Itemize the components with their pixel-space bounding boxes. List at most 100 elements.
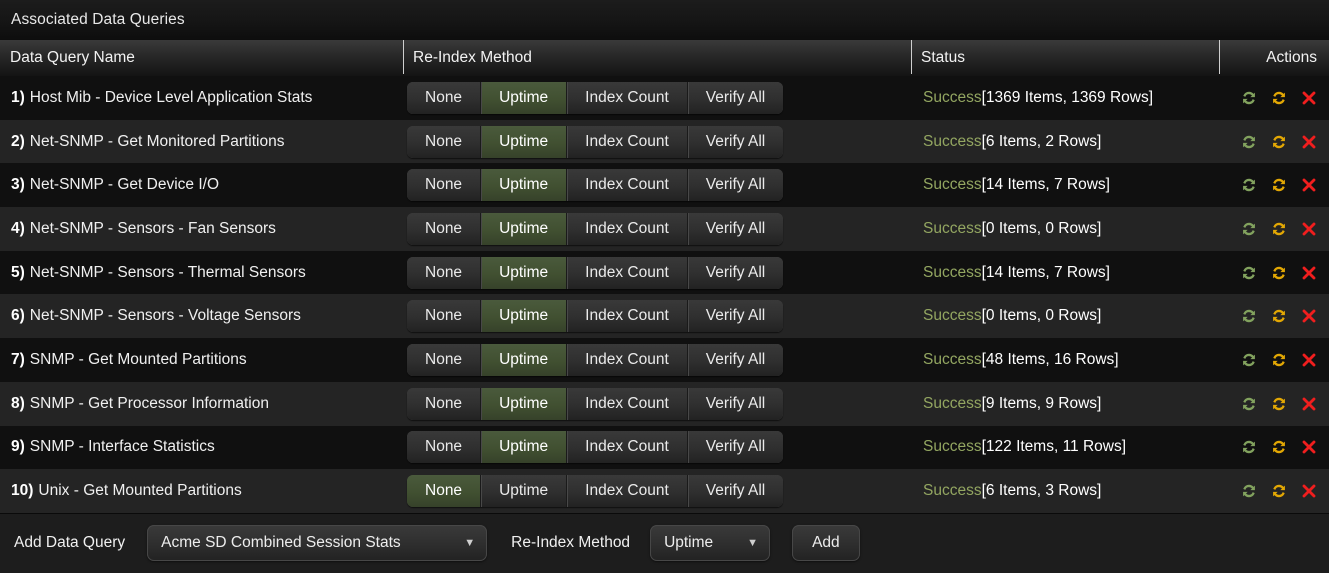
reindex-method-option-index-count[interactable]: Index Count bbox=[567, 300, 688, 333]
status-badge: Success bbox=[923, 176, 982, 194]
reload-green-icon[interactable] bbox=[1239, 263, 1259, 283]
cell-status: Success [6 Items, 3 Rows] bbox=[911, 469, 1219, 513]
row-index: 9) bbox=[11, 438, 25, 456]
reindex-method-option-index-count[interactable]: Index Count bbox=[567, 256, 688, 289]
reindex-method-option-uptime[interactable]: Uptime bbox=[481, 431, 568, 464]
remove-x-icon[interactable] bbox=[1299, 437, 1319, 457]
reindex-method-option-verify-all[interactable]: Verify All bbox=[687, 300, 784, 333]
reindex-method-option-none[interactable]: None bbox=[407, 81, 482, 114]
reload-orange-icon[interactable] bbox=[1269, 306, 1289, 326]
reload-green-icon[interactable] bbox=[1239, 88, 1259, 108]
reindex-method-button-group: None Uptime Index Count Verify All bbox=[407, 256, 784, 289]
reload-green-icon[interactable] bbox=[1239, 175, 1259, 195]
reindex-method-option-uptime[interactable]: Uptime bbox=[481, 387, 568, 420]
reload-orange-icon[interactable] bbox=[1269, 394, 1289, 414]
data-query-name: Net-SNMP - Get Monitored Partitions bbox=[29, 132, 285, 150]
reload-orange-icon[interactable] bbox=[1269, 263, 1289, 283]
reindex-method-option-verify-all[interactable]: Verify All bbox=[687, 475, 784, 508]
reload-green-icon[interactable] bbox=[1239, 481, 1259, 501]
table-row: 2) Net-SNMP - Get Monitored Partitions Non… bbox=[0, 119, 1329, 164]
remove-x-icon[interactable] bbox=[1299, 263, 1319, 283]
reindex-method-option-none[interactable]: None bbox=[407, 343, 482, 376]
status-detail: [14 Items, 7 Rows] bbox=[981, 176, 1110, 194]
reindex-method-option-verify-all[interactable]: Verify All bbox=[687, 256, 784, 289]
reindex-method-option-verify-all[interactable]: Verify All bbox=[687, 431, 784, 464]
reindex-method-option-index-count[interactable]: Index Count bbox=[567, 343, 688, 376]
status-detail: [0 Items, 0 Rows] bbox=[981, 219, 1102, 237]
reindex-method-option-uptime[interactable]: Uptime bbox=[481, 475, 568, 508]
reindex-method-option-index-count[interactable]: Index Count bbox=[567, 431, 688, 464]
cell-status: Success [9 Items, 9 Rows] bbox=[911, 382, 1219, 426]
data-query-name: Host Mib - Device Level Application Stat… bbox=[29, 88, 313, 106]
reload-orange-icon[interactable] bbox=[1269, 132, 1289, 152]
status-badge: Success bbox=[923, 219, 982, 237]
remove-x-icon[interactable] bbox=[1299, 350, 1319, 370]
row-index: 10) bbox=[11, 482, 34, 500]
reindex-method-option-uptime[interactable]: Uptime bbox=[481, 343, 568, 376]
reload-orange-icon[interactable] bbox=[1269, 437, 1289, 457]
remove-x-icon[interactable] bbox=[1299, 481, 1319, 501]
reload-orange-icon[interactable] bbox=[1269, 350, 1289, 370]
column-header-actions: Actions bbox=[1219, 40, 1329, 76]
remove-x-icon[interactable] bbox=[1299, 219, 1319, 239]
reindex-method-option-index-count[interactable]: Index Count bbox=[567, 475, 688, 508]
reload-green-icon[interactable] bbox=[1239, 350, 1259, 370]
reindex-method-option-verify-all[interactable]: Verify All bbox=[687, 343, 784, 376]
table-row: 6) Net-SNMP - Sensors - Voltage Sensors No… bbox=[0, 294, 1329, 339]
cell-actions bbox=[1219, 251, 1329, 295]
reindex-method-option-verify-all[interactable]: Verify All bbox=[687, 169, 784, 202]
data-query-select[interactable]: Acme SD Combined Session Stats ▼ bbox=[147, 525, 488, 562]
reload-green-icon[interactable] bbox=[1239, 437, 1259, 457]
reload-green-icon[interactable] bbox=[1239, 132, 1259, 152]
reindex-method-option-index-count[interactable]: Index Count bbox=[567, 125, 688, 158]
reindex-method-option-uptime[interactable]: Uptime bbox=[481, 212, 568, 245]
reload-orange-icon[interactable] bbox=[1269, 88, 1289, 108]
reload-green-icon[interactable] bbox=[1239, 219, 1259, 239]
reload-orange-icon[interactable] bbox=[1269, 481, 1289, 501]
reload-orange-icon[interactable] bbox=[1269, 219, 1289, 239]
reindex-method-option-uptime[interactable]: Uptime bbox=[481, 256, 568, 289]
cell-actions bbox=[1219, 382, 1329, 426]
reindex-method-option-none[interactable]: None bbox=[407, 256, 482, 289]
reindex-method-option-none[interactable]: None bbox=[407, 125, 482, 158]
cell-data-query-name: 7) SNMP - Get Mounted Partitions bbox=[0, 338, 403, 382]
remove-x-icon[interactable] bbox=[1299, 132, 1319, 152]
remove-x-icon[interactable] bbox=[1299, 175, 1319, 195]
reindex-method-option-none[interactable]: None bbox=[407, 475, 482, 508]
reindex-method-button-group: None Uptime Index Count Verify All bbox=[407, 343, 784, 376]
remove-x-icon[interactable] bbox=[1299, 88, 1319, 108]
add-button[interactable]: Add bbox=[792, 525, 860, 562]
reindex-method-option-none[interactable]: None bbox=[407, 431, 482, 464]
data-query-table-body: 1) Host Mib - Device Level Application St… bbox=[0, 76, 1329, 513]
reindex-method-option-verify-all[interactable]: Verify All bbox=[687, 387, 784, 420]
cell-reindex-method: None Uptime Index Count Verify All bbox=[403, 120, 911, 164]
cell-status: Success [1369 Items, 1369 Rows] bbox=[911, 76, 1219, 120]
data-query-name: SNMP - Get Mounted Partitions bbox=[29, 350, 247, 368]
remove-x-icon[interactable] bbox=[1299, 394, 1319, 414]
reload-orange-icon[interactable] bbox=[1269, 175, 1289, 195]
reindex-method-option-uptime[interactable]: Uptime bbox=[481, 125, 568, 158]
cell-actions bbox=[1219, 207, 1329, 251]
reindex-method-option-index-count[interactable]: Index Count bbox=[567, 387, 688, 420]
reindex-method-option-uptime[interactable]: Uptime bbox=[481, 300, 568, 333]
reindex-method-option-none[interactable]: None bbox=[407, 300, 482, 333]
reindex-method-option-verify-all[interactable]: Verify All bbox=[687, 81, 784, 114]
reindex-method-option-none[interactable]: None bbox=[407, 212, 482, 245]
reindex-method-select[interactable]: Uptime ▼ bbox=[650, 525, 771, 562]
reindex-method-option-index-count[interactable]: Index Count bbox=[567, 212, 688, 245]
reindex-method-option-uptime[interactable]: Uptime bbox=[481, 81, 568, 114]
reload-green-icon[interactable] bbox=[1239, 306, 1259, 326]
column-header-status: Status bbox=[911, 40, 1219, 76]
reindex-method-option-verify-all[interactable]: Verify All bbox=[687, 125, 784, 158]
add-button-label: Add bbox=[812, 534, 840, 552]
remove-x-icon[interactable] bbox=[1299, 306, 1319, 326]
reindex-method-option-index-count[interactable]: Index Count bbox=[567, 81, 688, 114]
reindex-method-option-none[interactable]: None bbox=[407, 169, 482, 202]
reindex-method-option-none[interactable]: None bbox=[407, 387, 482, 420]
reload-green-icon[interactable] bbox=[1239, 394, 1259, 414]
reindex-method-option-index-count[interactable]: Index Count bbox=[567, 169, 688, 202]
cell-data-query-name: 6) Net-SNMP - Sensors - Voltage Sensors bbox=[0, 294, 403, 338]
reindex-method-option-uptime[interactable]: Uptime bbox=[481, 169, 568, 202]
reindex-method-select-value: Uptime bbox=[664, 534, 714, 552]
reindex-method-option-verify-all[interactable]: Verify All bbox=[687, 212, 784, 245]
